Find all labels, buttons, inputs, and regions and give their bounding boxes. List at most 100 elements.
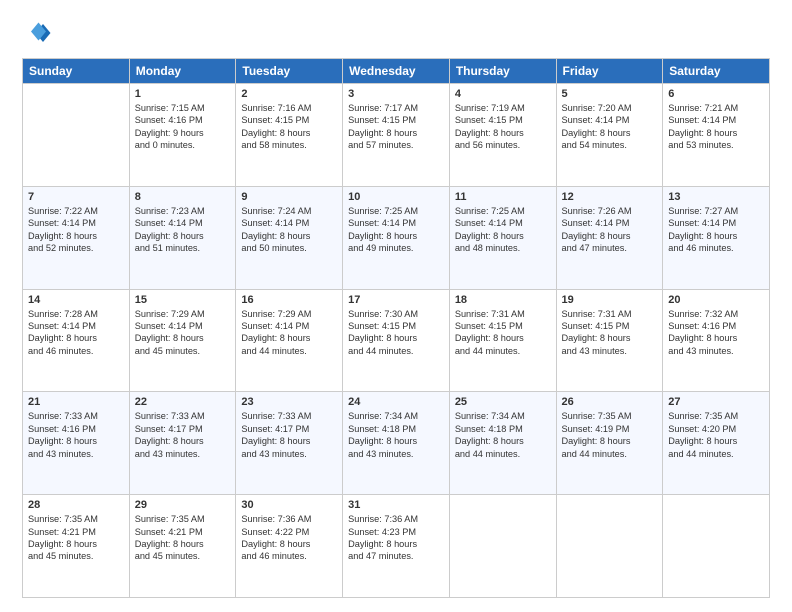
cell-content: Sunrise: 7:33 AM Sunset: 4:16 PM Dayligh… — [28, 410, 124, 460]
calendar-cell — [449, 495, 556, 598]
cell-content: Sunrise: 7:24 AM Sunset: 4:14 PM Dayligh… — [241, 205, 337, 255]
calendar-cell: 28 Sunrise: 7:35 AM Sunset: 4:21 PM Dayli… — [23, 495, 130, 598]
day-number: 6 — [668, 88, 764, 100]
cell-content: Sunrise: 7:34 AM Sunset: 4:18 PM Dayligh… — [455, 410, 551, 460]
calendar-cell: 20 Sunrise: 7:32 AM Sunset: 4:16 PM Dayli… — [663, 289, 770, 392]
calendar-cell: 27 Sunrise: 7:35 AM Sunset: 4:20 PM Dayli… — [663, 392, 770, 495]
cell-content: Sunrise: 7:36 AM Sunset: 4:23 PM Dayligh… — [348, 513, 444, 563]
calendar-cell: 25 Sunrise: 7:34 AM Sunset: 4:18 PM Dayli… — [449, 392, 556, 495]
day-number: 14 — [28, 294, 124, 306]
calendar-cell — [663, 495, 770, 598]
cell-content: Sunrise: 7:35 AM Sunset: 4:21 PM Dayligh… — [135, 513, 231, 563]
cell-content: Sunrise: 7:32 AM Sunset: 4:16 PM Dayligh… — [668, 308, 764, 358]
calendar-cell: 19 Sunrise: 7:31 AM Sunset: 4:15 PM Dayli… — [556, 289, 663, 392]
day-number: 3 — [348, 88, 444, 100]
page: SundayMondayTuesdayWednesdayThursdayFrid… — [0, 0, 792, 612]
cell-content: Sunrise: 7:25 AM Sunset: 4:14 PM Dayligh… — [455, 205, 551, 255]
week-row-1: 1 Sunrise: 7:15 AM Sunset: 4:16 PM Daylig… — [23, 84, 770, 187]
calendar-cell: 16 Sunrise: 7:29 AM Sunset: 4:14 PM Dayli… — [236, 289, 343, 392]
col-header-friday: Friday — [556, 59, 663, 84]
calendar-cell: 29 Sunrise: 7:35 AM Sunset: 4:21 PM Dayli… — [129, 495, 236, 598]
day-number: 19 — [562, 294, 658, 306]
cell-content: Sunrise: 7:28 AM Sunset: 4:14 PM Dayligh… — [28, 308, 124, 358]
cell-content: Sunrise: 7:25 AM Sunset: 4:14 PM Dayligh… — [348, 205, 444, 255]
logo — [22, 18, 58, 48]
cell-content: Sunrise: 7:16 AM Sunset: 4:15 PM Dayligh… — [241, 102, 337, 152]
calendar-cell: 17 Sunrise: 7:30 AM Sunset: 4:15 PM Dayli… — [343, 289, 450, 392]
col-header-tuesday: Tuesday — [236, 59, 343, 84]
day-number: 5 — [562, 88, 658, 100]
week-row-2: 7 Sunrise: 7:22 AM Sunset: 4:14 PM Daylig… — [23, 186, 770, 289]
day-number: 21 — [28, 396, 124, 408]
cell-content: Sunrise: 7:35 AM Sunset: 4:20 PM Dayligh… — [668, 410, 764, 460]
cell-content: Sunrise: 7:23 AM Sunset: 4:14 PM Dayligh… — [135, 205, 231, 255]
cell-content: Sunrise: 7:15 AM Sunset: 4:16 PM Dayligh… — [135, 102, 231, 152]
calendar-cell: 13 Sunrise: 7:27 AM Sunset: 4:14 PM Dayli… — [663, 186, 770, 289]
col-header-wednesday: Wednesday — [343, 59, 450, 84]
cell-content: Sunrise: 7:27 AM Sunset: 4:14 PM Dayligh… — [668, 205, 764, 255]
cell-content: Sunrise: 7:33 AM Sunset: 4:17 PM Dayligh… — [135, 410, 231, 460]
calendar-cell: 22 Sunrise: 7:33 AM Sunset: 4:17 PM Dayli… — [129, 392, 236, 495]
day-number: 24 — [348, 396, 444, 408]
calendar-cell: 3 Sunrise: 7:17 AM Sunset: 4:15 PM Daylig… — [343, 84, 450, 187]
calendar-cell: 7 Sunrise: 7:22 AM Sunset: 4:14 PM Daylig… — [23, 186, 130, 289]
day-number: 11 — [455, 191, 551, 203]
calendar-cell: 4Sunrise: 7:19 AM Sunset: 4:15 PM Daylig… — [449, 84, 556, 187]
calendar-cell: 23Sunrise: 7:33 AM Sunset: 4:17 PM Dayli… — [236, 392, 343, 495]
calendar-cell: 1 Sunrise: 7:15 AM Sunset: 4:16 PM Daylig… — [129, 84, 236, 187]
day-number: 28 — [28, 499, 124, 511]
logo-icon — [22, 18, 52, 48]
calendar: SundayMondayTuesdayWednesdayThursdayFrid… — [22, 58, 770, 598]
calendar-cell: 24 Sunrise: 7:34 AM Sunset: 4:18 PM Dayli… — [343, 392, 450, 495]
col-header-saturday: Saturday — [663, 59, 770, 84]
week-row-4: 21 Sunrise: 7:33 AM Sunset: 4:16 PM Dayli… — [23, 392, 770, 495]
day-number: 13 — [668, 191, 764, 203]
col-header-sunday: Sunday — [23, 59, 130, 84]
day-number: 26 — [562, 396, 658, 408]
cell-content: Sunrise: 7:20 AM Sunset: 4:14 PM Dayligh… — [562, 102, 658, 152]
day-number: 29 — [135, 499, 231, 511]
cell-content: Sunrise: 7:35 AM Sunset: 4:19 PM Dayligh… — [562, 410, 658, 460]
day-number: 17 — [348, 294, 444, 306]
calendar-cell: 14 Sunrise: 7:28 AM Sunset: 4:14 PM Dayli… — [23, 289, 130, 392]
calendar-cell: 18Sunrise: 7:31 AM Sunset: 4:15 PM Dayli… — [449, 289, 556, 392]
calendar-cell: 11 Sunrise: 7:25 AM Sunset: 4:14 PM Dayli… — [449, 186, 556, 289]
calendar-cell: 26 Sunrise: 7:35 AM Sunset: 4:19 PM Dayli… — [556, 392, 663, 495]
cell-content: Sunrise: 7:29 AM Sunset: 4:14 PM Dayligh… — [135, 308, 231, 358]
calendar-cell: 10Sunrise: 7:25 AM Sunset: 4:14 PM Dayli… — [343, 186, 450, 289]
cell-content: Sunrise: 7:35 AM Sunset: 4:21 PM Dayligh… — [28, 513, 124, 563]
day-number: 12 — [562, 191, 658, 203]
day-number: 1 — [135, 88, 231, 100]
calendar-cell: 8Sunrise: 7:23 AM Sunset: 4:14 PM Daylig… — [129, 186, 236, 289]
calendar-cell: 12 Sunrise: 7:26 AM Sunset: 4:14 PM Dayli… — [556, 186, 663, 289]
day-number: 31 — [348, 499, 444, 511]
day-number: 7 — [28, 191, 124, 203]
calendar-cell: 15 Sunrise: 7:29 AM Sunset: 4:14 PM Dayli… — [129, 289, 236, 392]
cell-content: Sunrise: 7:29 AM Sunset: 4:14 PM Dayligh… — [241, 308, 337, 358]
day-number: 16 — [241, 294, 337, 306]
calendar-cell: 5 Sunrise: 7:20 AM Sunset: 4:14 PM Daylig… — [556, 84, 663, 187]
cell-content: Sunrise: 7:17 AM Sunset: 4:15 PM Dayligh… — [348, 102, 444, 152]
cell-content: Sunrise: 7:31 AM Sunset: 4:15 PM Dayligh… — [455, 308, 551, 358]
cell-content: Sunrise: 7:30 AM Sunset: 4:15 PM Dayligh… — [348, 308, 444, 358]
week-row-3: 14 Sunrise: 7:28 AM Sunset: 4:14 PM Dayli… — [23, 289, 770, 392]
cell-content: Sunrise: 7:26 AM Sunset: 4:14 PM Dayligh… — [562, 205, 658, 255]
day-number: 15 — [135, 294, 231, 306]
day-number: 20 — [668, 294, 764, 306]
day-number: 30 — [241, 499, 337, 511]
cell-content: Sunrise: 7:33 AM Sunset: 4:17 PM Dayligh… — [241, 410, 337, 460]
cell-content: Sunrise: 7:22 AM Sunset: 4:14 PM Dayligh… — [28, 205, 124, 255]
day-number: 4 — [455, 88, 551, 100]
col-header-thursday: Thursday — [449, 59, 556, 84]
day-number: 27 — [668, 396, 764, 408]
cell-content: Sunrise: 7:36 AM Sunset: 4:22 PM Dayligh… — [241, 513, 337, 563]
day-number: 22 — [135, 396, 231, 408]
cell-content: Sunrise: 7:34 AM Sunset: 4:18 PM Dayligh… — [348, 410, 444, 460]
day-number: 25 — [455, 396, 551, 408]
header — [22, 18, 770, 48]
cell-content: Sunrise: 7:31 AM Sunset: 4:15 PM Dayligh… — [562, 308, 658, 358]
calendar-cell — [23, 84, 130, 187]
week-row-5: 28 Sunrise: 7:35 AM Sunset: 4:21 PM Dayli… — [23, 495, 770, 598]
calendar-cell: 30 Sunrise: 7:36 AM Sunset: 4:22 PM Dayli… — [236, 495, 343, 598]
day-number: 2 — [241, 88, 337, 100]
